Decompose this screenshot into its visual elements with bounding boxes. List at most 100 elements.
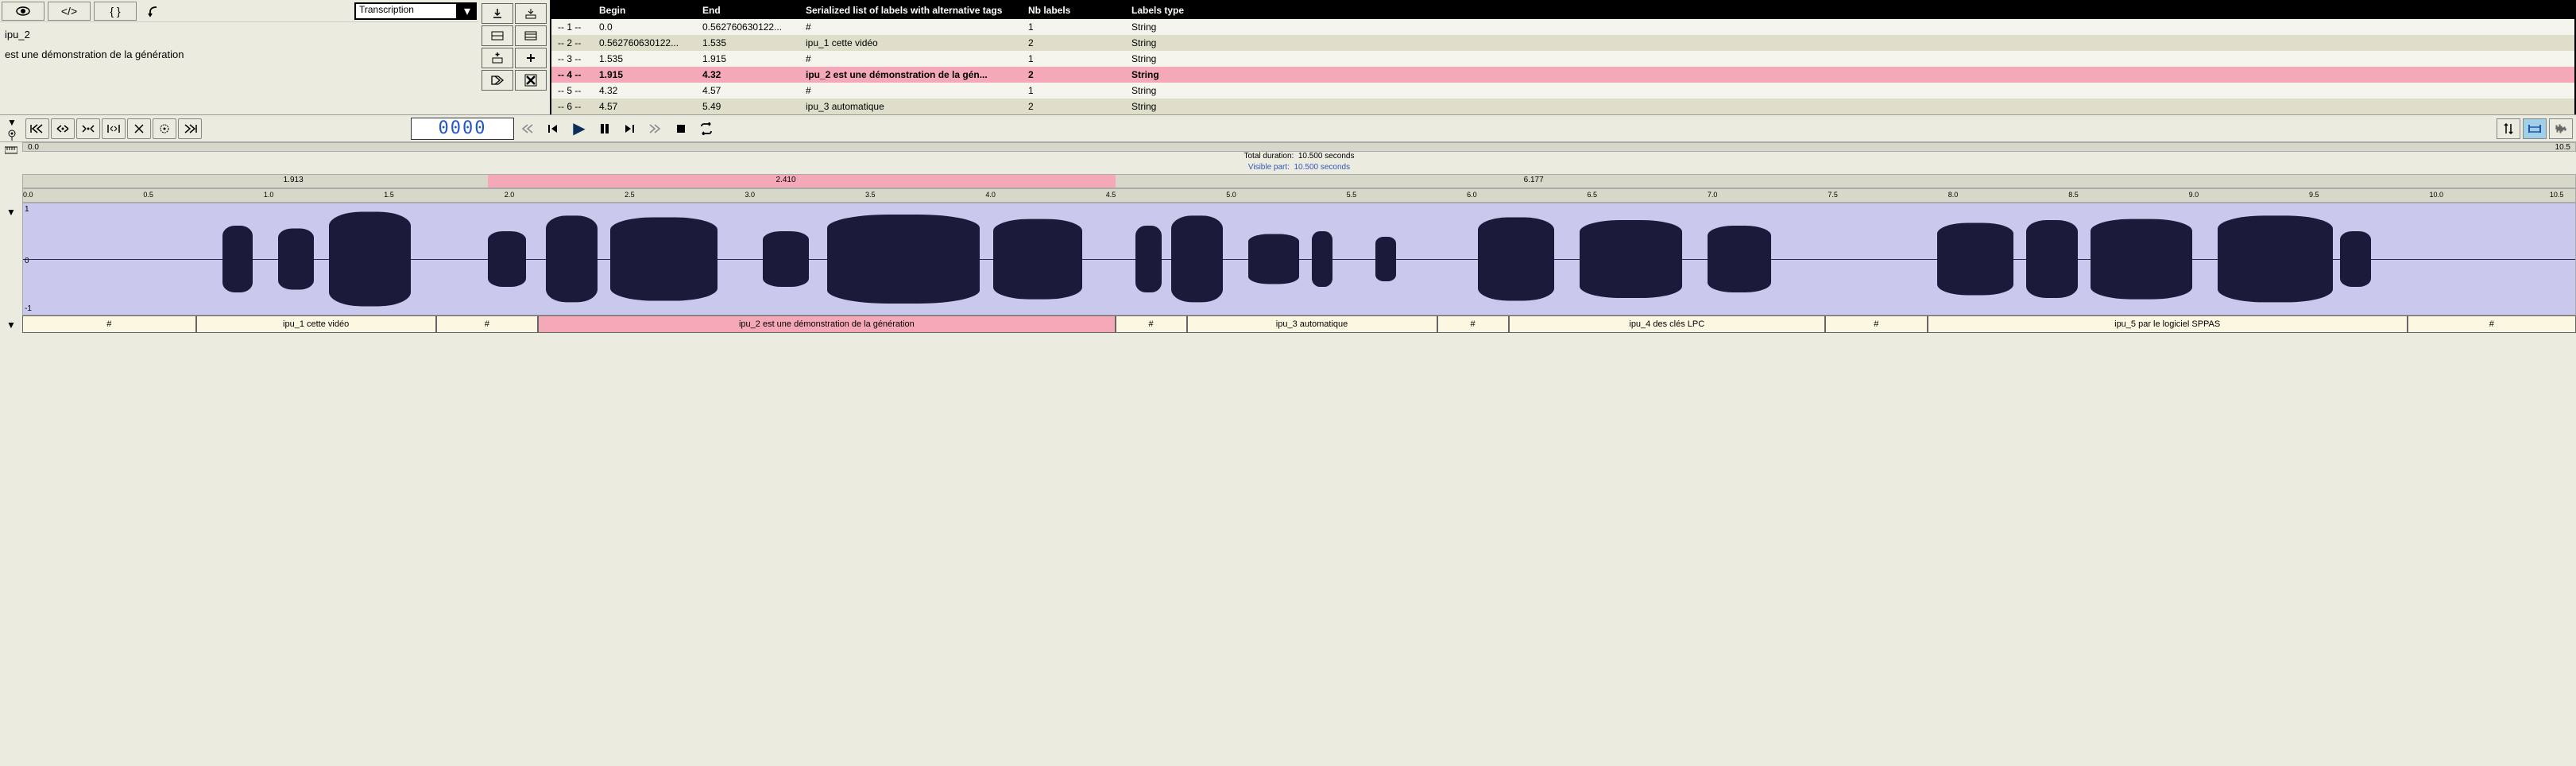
overview-marker: 2.410 [776,176,796,184]
selection-region[interactable] [488,175,1116,188]
next-region-button[interactable] [644,118,667,139]
table-cell: 0.562760630122... [599,37,702,48]
ruler-tick: 10.0 [2429,191,2443,199]
collapse-all-button[interactable] [127,118,151,139]
ruler-tick: 1.0 [264,191,274,199]
table-row[interactable]: -- 4 --1.9154.32ipu_2 est une démonstrat… [551,67,2574,83]
table-cell: 4.32 [702,69,806,80]
table-cell: 0.562760630122... [702,21,806,33]
stop-button[interactable] [669,118,693,139]
tier-collapse-toggle[interactable]: ▼ [2,317,20,333]
tier-cell[interactable]: # [1116,315,1187,333]
ruler-icon[interactable] [2,142,20,158]
collapse-toggle[interactable]: ▼ [3,116,21,129]
nav-rewind-button[interactable] [25,118,49,139]
tier-cell[interactable]: ipu_5 par le logiciel SPPAS [1928,315,2408,333]
table-cell: -- 5 -- [551,85,599,96]
waveform-gutter: ▼ [0,203,22,315]
tier-cell[interactable]: # [22,315,196,333]
table-cell: 1 [1028,21,1131,33]
grid-view-button[interactable] [515,25,547,46]
table-cell: ipu_1 cette vidéo [806,37,1028,48]
time-endpoints: 0.0 10.5 [22,142,2576,152]
loop-button[interactable] [694,118,718,139]
overview-bar[interactable]: 1.9132.4106.177 [22,174,2576,188]
waveform-burst [993,219,1082,300]
nav-tool-group [25,118,202,139]
waveform-burst [1580,220,1681,298]
delete-button[interactable] [515,70,547,91]
prev-region-button[interactable] [516,118,540,139]
table-cell: ipu_2 est une démonstration de la gén... [806,69,1028,80]
region-tool-button[interactable] [2523,118,2547,139]
table-row[interactable]: -- 5 --4.324.57#1String [551,83,2574,99]
import-button[interactable] [482,3,513,24]
tier-cell[interactable]: # [1437,315,1509,333]
waveform-burst [610,218,717,301]
annotations-table[interactable]: Begin End Serialized list of labels with… [551,2,2574,114]
expand-horizontal-button[interactable] [76,118,100,139]
add-button[interactable] [515,48,547,68]
pause-button[interactable] [593,118,617,139]
table-row[interactable]: -- 1 --0.00.562760630122...#1String [551,19,2574,35]
waveform-collapse-toggle[interactable]: ▼ [2,204,20,220]
dropdown-arrow-icon[interactable]: ▾ [458,2,477,20]
table-cell: -- 1 -- [551,21,599,33]
waveform-burst [278,229,314,290]
table-row[interactable]: -- 3 --1.5351.915#1String [551,51,2574,67]
tier-selector[interactable]: Transcription ▾ [354,2,477,20]
code-view-button[interactable]: </> [48,2,91,21]
waveform-settings-button[interactable] [2549,118,2573,139]
skip-back-button[interactable] [542,118,566,139]
tier-cell[interactable]: ipu_4 des clés LPC [1509,315,1826,333]
table-cell: ipu_3 automatique [806,101,1028,112]
tier-cell[interactable]: ipu_3 automatique [1187,315,1437,333]
ruler-tick: 0.5 [143,191,153,199]
row-view-button[interactable] [482,25,513,46]
overview-gutter [0,142,22,203]
waveform-burst [2026,220,2077,298]
ruler-tick: 8.0 [1948,191,1959,199]
waveform-area[interactable]: 1 0 -1 [22,203,2576,315]
view-mode-button[interactable] [2,2,44,21]
total-duration-label: Total duration: 10.500 seconds [22,152,2576,163]
add-above-button[interactable] [482,48,513,68]
waveform-burst [763,231,809,287]
tier-cell[interactable]: # [1825,315,1928,333]
tier-cell[interactable]: ipu_2 est une démonstration de la généra… [538,315,1115,333]
table-cell: # [806,53,1028,64]
table-cell: -- 2 -- [551,37,599,48]
fit-selection-button[interactable] [51,118,75,139]
time-end: 10.5 [2555,143,2570,151]
play-button[interactable]: ▶ [567,118,591,139]
table-row[interactable]: -- 2 --0.562760630122...1.535ipu_1 cette… [551,35,2574,51]
tag-button[interactable] [482,70,513,91]
tier-cell[interactable]: # [2408,315,2576,333]
ruler-tick: 7.0 [1708,191,1718,199]
nav-forward-button[interactable] [178,118,202,139]
waveform-burst [1375,237,1396,281]
insert-row-button[interactable] [515,3,547,24]
center-cursor-button[interactable] [153,118,176,139]
sort-button[interactable] [2497,118,2520,139]
tier-track[interactable]: #ipu_1 cette vidéo#ipu_2 est une démonst… [22,315,2576,335]
table-cell: # [806,85,1028,96]
pin-marker-icon[interactable] [3,129,21,141]
skip-forward-button[interactable] [618,118,642,139]
boundary-out-button[interactable] [102,118,126,139]
tier-cell[interactable]: ipu_1 cette vidéo [196,315,436,333]
braces-button[interactable]: { } [94,2,137,21]
tier-cell[interactable]: # [436,315,539,333]
waveform-burst [1135,226,1161,292]
time-ruler[interactable]: 0.00.51.01.52.02.53.03.54.04.55.05.56.06… [22,188,2576,203]
table-cell: String [1131,101,1235,112]
table-row[interactable]: -- 6 --4.575.49ipu_3 automatique2String [551,99,2574,114]
ruler-tick: 4.5 [1106,191,1116,199]
ruler-tick: 5.0 [1226,191,1236,199]
table-cell: 0.0 [599,21,702,33]
table-cell: String [1131,85,1235,96]
undo-button[interactable] [140,2,168,21]
time-overview-section: 0.0 10.5 Total duration: 10.500 seconds … [0,142,2576,203]
table-cell: 4.57 [599,101,702,112]
y-axis-top: 1 [25,205,29,214]
